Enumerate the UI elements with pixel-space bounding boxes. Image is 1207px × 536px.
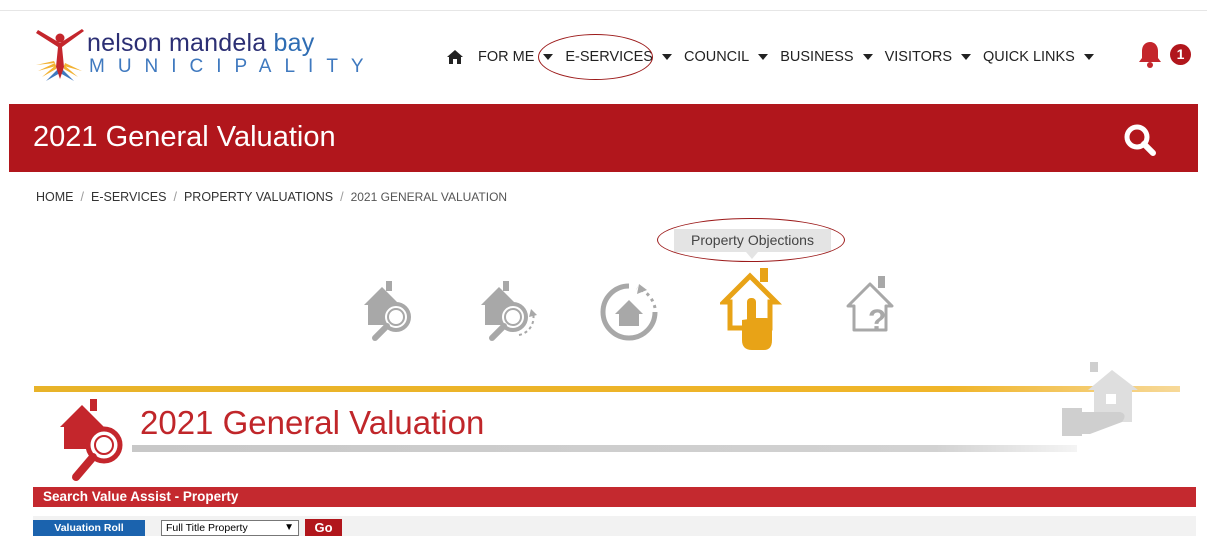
svg-text:?: ? — [868, 304, 886, 337]
nav-item-business[interactable]: BUSINESS — [780, 49, 873, 65]
search-value-assist-bar: Search Value Assist - Property — [33, 487, 1196, 507]
bell-icon[interactable] — [1137, 40, 1163, 68]
property-objections-icon[interactable] — [720, 266, 782, 352]
highlight-ring-e-services — [538, 34, 653, 80]
nav-item-label: QUICK LINKS — [983, 49, 1075, 65]
breadcrumb-current: 2021 GENERAL VALUATION — [350, 190, 508, 204]
logo-name: nelson mandela bay — [87, 29, 315, 57]
section-search-house-icon — [60, 399, 123, 481]
section-accent-line — [34, 386, 1180, 392]
nav-item-label: FOR ME — [478, 49, 535, 65]
section-underline — [132, 445, 1077, 452]
nav-item-quick-links[interactable]: QUICK LINKS — [983, 49, 1094, 65]
chevron-down-icon: ▼ — [284, 522, 294, 533]
valuation-roll-button[interactable]: Valuation Roll — [33, 520, 145, 536]
site-logo[interactable]: nelson mandela bay MUNICIPALITY — [32, 27, 364, 83]
logo-figure-icon — [36, 29, 84, 81]
caret-down-icon — [1083, 54, 1094, 60]
nav-item-label: BUSINESS — [780, 49, 854, 65]
top-divider — [0, 10, 1207, 11]
section-title: 2021 General Valuation — [140, 404, 485, 441]
nav-item-label: VISITORS — [884, 49, 952, 65]
property-type-select[interactable]: Full Title Property ▼ — [161, 520, 299, 536]
house-question-icon[interactable]: ? — [844, 272, 900, 340]
nav-item-visitors[interactable]: VISITORS — [885, 49, 971, 65]
logo-subtitle: MUNICIPALITY — [89, 56, 377, 77]
home-icon[interactable] — [446, 49, 464, 65]
caret-down-icon — [961, 54, 971, 60]
breadcrumb-separator: / — [80, 190, 84, 204]
caret-down-icon — [758, 54, 769, 60]
notification-badge[interactable]: 1 — [1170, 44, 1191, 65]
title-bar: 2021 General Valuation — [9, 104, 1198, 172]
caret-down-icon — [862, 54, 873, 60]
property-search-refresh-icon[interactable] — [475, 275, 541, 341]
breadcrumb: HOME / E-SERVICES / PROPERTY VALUATIONS / 2021… — [36, 190, 507, 204]
search-form-row: Valuation Roll Full Title Property ▼ Go — [33, 516, 1196, 536]
search-icon[interactable] — [1122, 122, 1158, 158]
nav-item-label: COUNCIL — [683, 49, 750, 65]
house-cycle-icon[interactable] — [597, 280, 661, 344]
breadcrumb-e-services[interactable]: E-SERVICES — [91, 190, 167, 204]
select-value: Full Title Property — [166, 522, 248, 534]
breadcrumb-home[interactable]: HOME — [36, 190, 74, 204]
breadcrumb-separator: / — [340, 190, 344, 204]
highlight-ring-tooltip — [657, 218, 845, 262]
breadcrumb-separator: / — [173, 190, 177, 204]
house-hand-icon — [1062, 362, 1138, 436]
go-button[interactable]: Go — [305, 519, 342, 536]
property-search-icon[interactable] — [358, 275, 424, 341]
caret-down-icon — [661, 54, 672, 60]
page: nelson mandela bay MUNICIPALITY FOR ME E… — [0, 0, 1207, 536]
breadcrumb-property-valuations[interactable]: PROPERTY VALUATIONS — [184, 190, 333, 204]
page-title: 2021 General Valuation — [33, 121, 336, 153]
nav-item-council[interactable]: COUNCIL — [683, 49, 769, 65]
